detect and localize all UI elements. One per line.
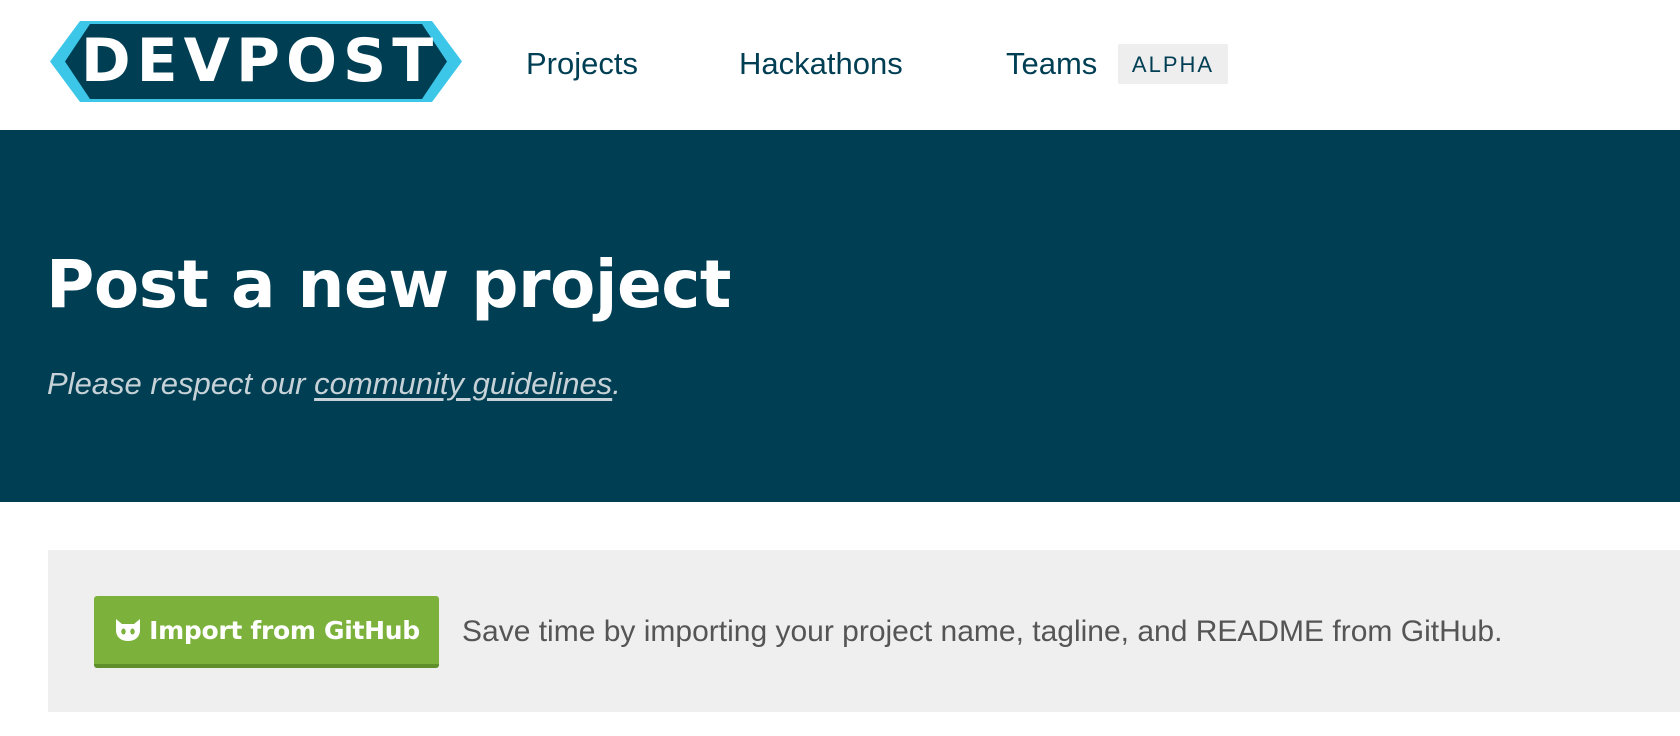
github-import-panel: Import from GitHub Save time by importin… (48, 550, 1680, 712)
nav-link-hackathons[interactable]: Hackathons (739, 40, 903, 88)
import-from-github-button[interactable]: Import from GitHub (94, 596, 439, 668)
nav-link-teams[interactable]: Teams (1006, 40, 1097, 88)
guidelines-prefix: Please respect our (47, 366, 315, 401)
page-title: Post a new project (46, 246, 731, 323)
top-navigation-bar: DEVPOST Projects Hackathons Teams ALPHA (0, 0, 1680, 130)
guidelines-notice: Please respect our community guidelines. (47, 362, 621, 406)
community-guidelines-link[interactable]: community guidelines (314, 366, 612, 401)
alpha-badge: ALPHA (1118, 44, 1228, 84)
nav-link-projects[interactable]: Projects (526, 40, 638, 88)
github-octocat-icon (113, 616, 143, 644)
page-hero: Post a new project Please respect our co… (0, 130, 1680, 502)
devpost-logo[interactable]: DEVPOST (50, 21, 462, 102)
import-button-label: Import from GitHub (149, 615, 420, 645)
import-description: Save time by importing your project name… (462, 615, 1503, 648)
logo-wordmark: DEVPOST (80, 26, 440, 96)
guidelines-suffix: . (612, 366, 621, 401)
